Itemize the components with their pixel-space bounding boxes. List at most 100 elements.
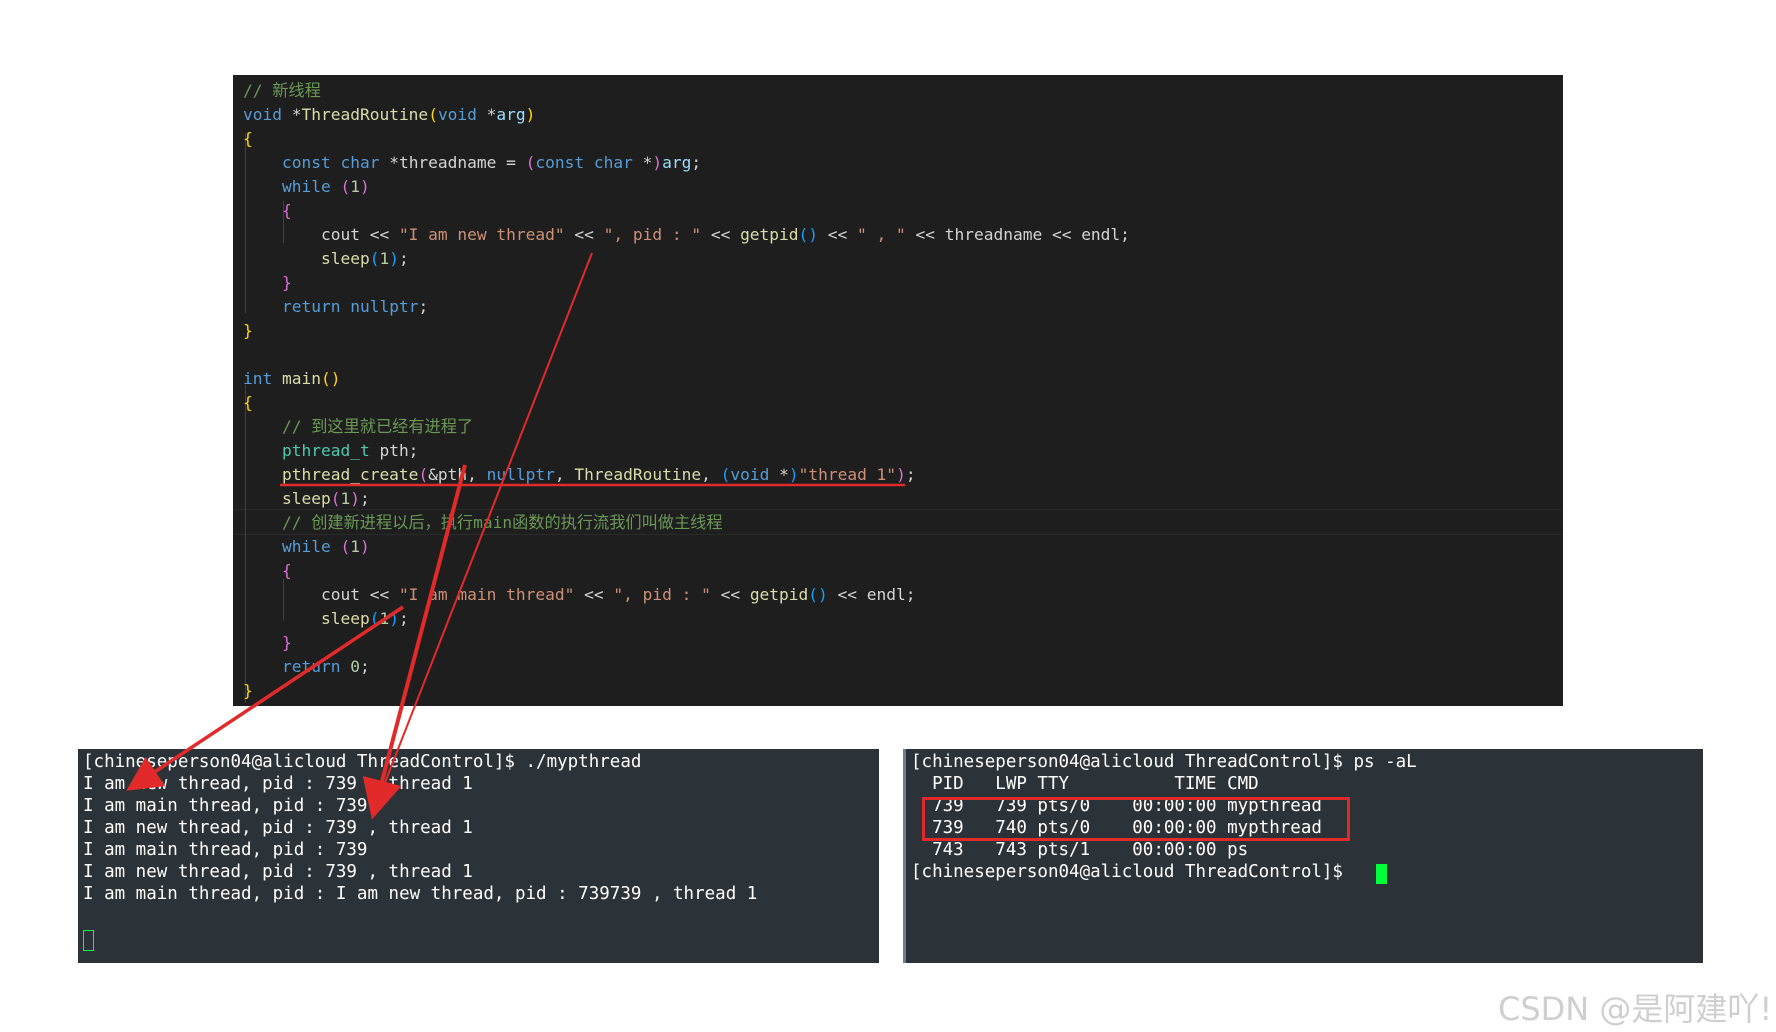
code-token: ; (398, 249, 409, 268)
terminal-left[interactable]: [chineseperson04@alicloud ThreadControl]… (78, 749, 879, 963)
code-token: arg (662, 153, 692, 172)
terminal-right-line: [chineseperson04@alicloud ThreadControl]… (911, 752, 1417, 772)
code-token: ThreadRoutine (301, 105, 429, 124)
code-token: sleep (281, 489, 331, 508)
code-token: *threadname = (379, 153, 526, 172)
code-token: ( (418, 465, 429, 484)
code-token: ; (359, 657, 370, 676)
terminal-left-cursor (83, 930, 94, 951)
code-token: ; (398, 609, 409, 628)
code-token: , (701, 465, 721, 484)
code-token: return (281, 657, 341, 676)
code-token: ( (340, 177, 351, 196)
code-token: cout << (243, 585, 399, 604)
code-token: 0 (350, 657, 360, 676)
terminal-left-line: I am new thread, pid : 739 , thread 1 (83, 774, 473, 794)
code-token: ( (330, 489, 341, 508)
code-line: cout << "I am new thread" << ", pid : " … (243, 223, 1130, 247)
code-line: { (243, 199, 292, 223)
code-token: { (281, 561, 292, 580)
terminal-left-line: [chineseperson04@alicloud ThreadControl]… (83, 752, 642, 772)
code-token: ( (369, 249, 380, 268)
code-token: while (281, 177, 331, 196)
code-token: ) (359, 537, 370, 556)
code-line: } (243, 319, 253, 343)
code-token: << (574, 585, 614, 604)
code-token: << (818, 225, 858, 244)
code-token: void (437, 105, 477, 124)
code-token: * (632, 153, 653, 172)
code-token: // 到这里就已经有进程了 (281, 417, 474, 436)
code-token: &pth, (428, 465, 487, 484)
terminal-left-line: I am main thread, pid : I am new thread,… (83, 884, 758, 904)
code-token: int (243, 369, 273, 388)
code-line: // 到这里就已经有进程了 (243, 415, 473, 439)
code-token: ( (369, 609, 380, 628)
terminal-right[interactable]: [chineseperson04@alicloud ThreadControl]… (903, 749, 1703, 963)
code-line: sleep(1); (243, 487, 370, 511)
terminal-right-cursor (1376, 864, 1387, 884)
code-line: while (1) (243, 175, 370, 199)
code-line: return 0; (243, 655, 370, 679)
code-token: () (798, 225, 819, 244)
code-token: ", pid : " (613, 585, 711, 604)
terminal-right-line: 743 743 pts/1 00:00:00 ps (911, 840, 1249, 860)
code-token: const (535, 153, 585, 172)
code-token: } (281, 633, 292, 652)
code-token: 1 (379, 609, 390, 628)
code-line: const char *threadname = (const char *)a… (243, 151, 701, 175)
code-token: ( (340, 537, 351, 556)
code-token: sleep (320, 609, 370, 628)
code-token: * (769, 465, 789, 484)
code-line: } (243, 631, 292, 655)
code-line: sleep(1); (243, 247, 409, 271)
code-line: pthread_t pth; (243, 439, 418, 463)
code-token: ; (905, 465, 916, 484)
code-token: , (554, 465, 575, 484)
code-token: main (282, 369, 321, 388)
code-token: * (476, 105, 497, 124)
code-line: { (243, 559, 292, 583)
code-token: sleep (320, 249, 370, 268)
code-token: ThreadRoutine (574, 465, 702, 484)
code-token: ", pid : " (603, 225, 702, 244)
code-token: ) (788, 465, 799, 484)
code-line: return nullptr; (243, 295, 428, 319)
code-token: ; (691, 153, 702, 172)
code-editor[interactable]: // 新线程 void *ThreadRoutine(void *arg){ co… (233, 75, 1563, 706)
code-token: 1 (350, 177, 360, 196)
code-token: arg (496, 105, 526, 124)
code-token: << (701, 225, 741, 244)
thread-rows-highlight-box (922, 797, 1350, 841)
code-token: << (710, 585, 750, 604)
code-token: } (281, 273, 292, 292)
code-token: cout << (243, 225, 399, 244)
code-token: ; (359, 489, 370, 508)
code-token: ; (418, 297, 429, 316)
code-token: { (281, 201, 292, 220)
csdn-watermark: CSDN @是阿建吖! (1498, 990, 1773, 1028)
code-token: { (243, 129, 253, 148)
terminal-right-line: PID LWP TTY TIME CMD (911, 774, 1259, 794)
code-token: void (730, 465, 770, 484)
terminal-right-line: [chineseperson04@alicloud ThreadControl]… (911, 862, 1354, 882)
terminal-left-line: I am main thread, pid : 739 (83, 796, 368, 816)
code-token: ) (350, 489, 360, 508)
code-token: } (243, 321, 253, 340)
code-token: ) (652, 153, 663, 172)
code-token: pthread_t (281, 441, 370, 460)
